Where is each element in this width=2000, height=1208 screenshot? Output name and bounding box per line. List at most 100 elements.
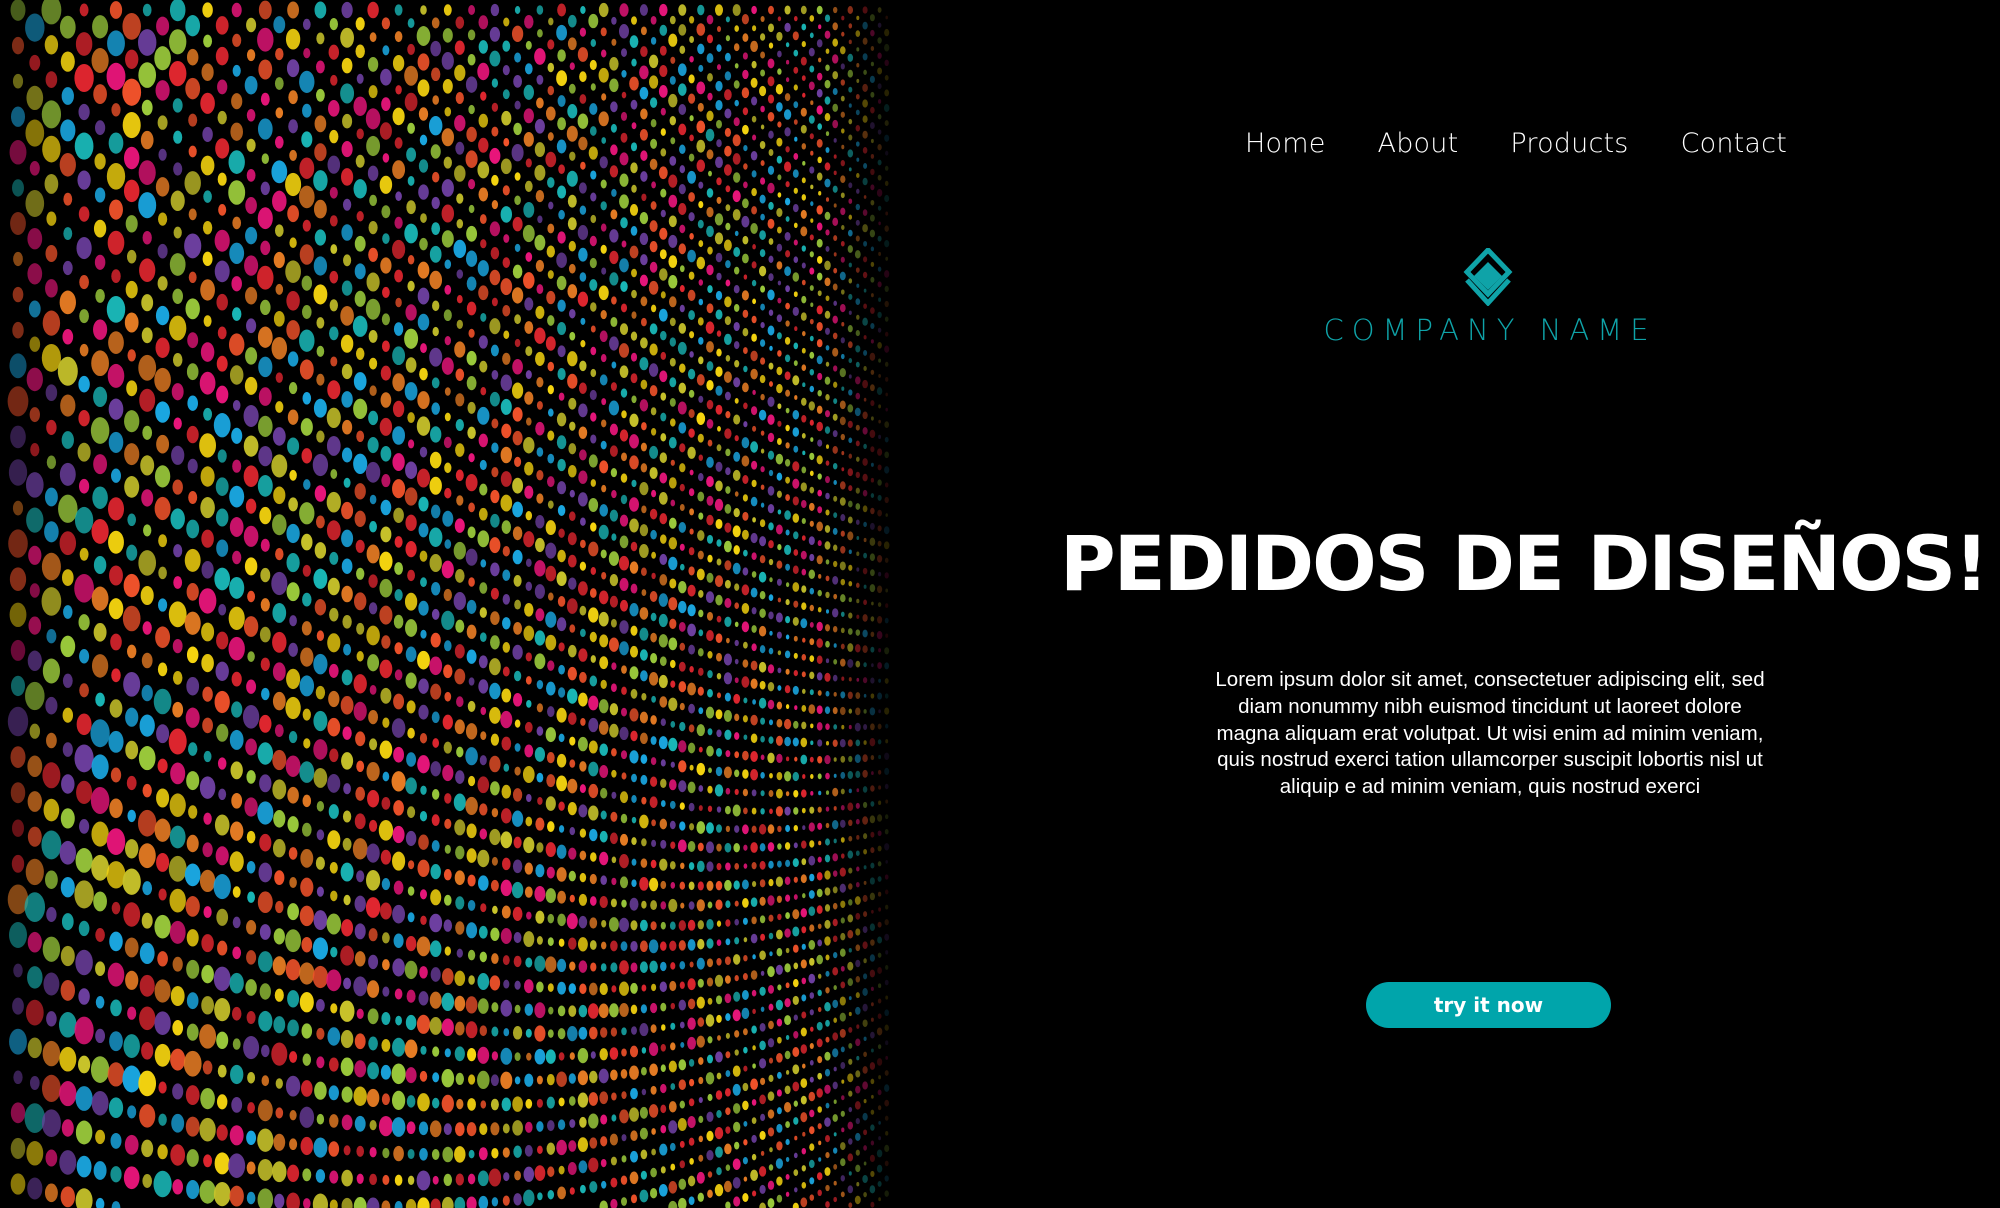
decor-dot — [316, 829, 325, 841]
decor-dot — [216, 385, 229, 404]
decor-dot — [733, 1121, 741, 1133]
decor-dot — [556, 1139, 567, 1156]
decor-dot — [547, 983, 554, 992]
decor-dot — [608, 637, 619, 652]
decor-dot — [726, 637, 730, 644]
decor-dot — [677, 341, 687, 355]
decor-dot — [93, 219, 107, 238]
decor-dot — [621, 899, 627, 908]
decor-dot — [639, 649, 648, 661]
decor-dot — [173, 226, 182, 239]
decor-dot — [816, 1021, 823, 1031]
decor-dot — [877, 159, 882, 166]
decor-dot — [801, 1165, 806, 1172]
try-it-now-button[interactable]: try it now — [1366, 982, 1611, 1028]
decor-dot — [706, 14, 714, 25]
decor-dot — [687, 1115, 696, 1129]
decor-dot — [769, 808, 773, 815]
decor-dot — [381, 1093, 390, 1106]
decor-dot — [407, 122, 415, 134]
diamond-logo-icon — [1463, 248, 1513, 306]
decor-dot — [44, 487, 58, 507]
decor-dot — [878, 571, 882, 577]
decor-dot — [289, 615, 297, 627]
decor-dot — [870, 1170, 875, 1177]
decor-dot — [523, 979, 534, 994]
decor-dot — [816, 905, 823, 914]
decor-dot — [715, 366, 723, 377]
decor-dot — [689, 961, 694, 968]
decor-dot — [832, 217, 839, 226]
decor-dot — [588, 1092, 599, 1106]
decor-dot — [589, 675, 598, 687]
decor-dot — [287, 1019, 299, 1037]
decor-dot — [679, 821, 686, 831]
decor-dot — [106, 163, 126, 190]
decor-dot — [877, 174, 882, 181]
decor-dot — [431, 814, 440, 826]
decor-dot — [201, 934, 214, 953]
decor-dot — [405, 830, 417, 846]
decor-dot — [155, 626, 171, 649]
decor-dot — [258, 1010, 273, 1032]
decor-dot — [610, 898, 617, 908]
decor-dot — [392, 426, 406, 445]
decor-dot — [706, 534, 714, 544]
decor-dot — [715, 80, 723, 92]
decor-dot — [792, 1202, 799, 1208]
decor-dot — [78, 920, 90, 937]
decor-dot — [847, 658, 854, 668]
decor-dot — [760, 1113, 766, 1122]
decor-dot — [723, 1180, 732, 1193]
decor-dot — [524, 180, 533, 192]
decor-dot — [759, 1130, 766, 1140]
decor-dot — [759, 1040, 766, 1051]
nav-about-link[interactable]: About — [1378, 128, 1459, 159]
decor-dot — [848, 612, 853, 619]
decor-dot — [660, 188, 667, 198]
decor-dot — [725, 1013, 731, 1022]
nav-contact-link[interactable]: Contact — [1681, 128, 1787, 159]
decor-dot — [824, 854, 831, 863]
decor-dot — [601, 484, 607, 493]
decor-dot — [629, 245, 639, 259]
decor-dot — [848, 214, 853, 220]
decor-dot — [816, 555, 823, 565]
decor-dot — [545, 842, 556, 858]
decor-dot — [536, 377, 544, 388]
decor-dot — [733, 545, 740, 555]
decor-dot — [442, 28, 453, 43]
decor-dot — [379, 659, 393, 679]
decor-dot — [659, 858, 668, 871]
decor-dot — [525, 1098, 533, 1109]
decor-dot — [688, 488, 695, 497]
decor-dot — [816, 238, 823, 248]
decor-dot — [514, 599, 521, 610]
decor-dot — [767, 23, 775, 33]
decor-dot — [733, 284, 740, 294]
decor-dot — [316, 430, 325, 443]
decor-dot — [242, 704, 260, 729]
decor-dot — [455, 393, 465, 407]
decor-dot — [870, 168, 875, 176]
nav-products-link[interactable]: Products — [1510, 128, 1628, 159]
decor-dot — [884, 662, 890, 670]
decor-dot — [60, 945, 75, 967]
decor-dot — [750, 750, 758, 763]
decor-dot — [855, 109, 860, 116]
decor-dot — [742, 750, 749, 761]
decor-dot — [696, 1035, 705, 1048]
decor-dot — [723, 164, 732, 176]
decor-dot — [590, 567, 597, 575]
decor-dot — [630, 331, 638, 341]
decor-dot — [840, 1110, 845, 1117]
decor-dot — [620, 281, 628, 293]
decor-dot — [640, 567, 647, 577]
decor-dot — [558, 1165, 565, 1175]
decor-dot — [420, 629, 427, 639]
decor-dot — [314, 115, 327, 133]
nav-home-link[interactable]: Home — [1245, 128, 1326, 159]
decor-dot — [327, 717, 341, 737]
decor-dot — [567, 351, 578, 367]
decor-dot — [341, 585, 353, 603]
